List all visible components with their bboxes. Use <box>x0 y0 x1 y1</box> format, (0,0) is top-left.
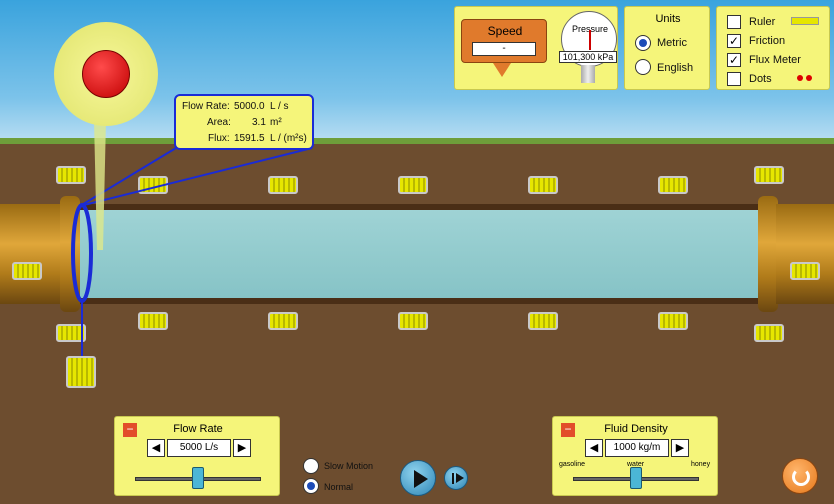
speed-title: Speed <box>487 24 523 38</box>
flux-value: 1591.5 <box>234 133 265 144</box>
flux-meter-handle[interactable] <box>66 356 96 388</box>
area-unit: m² <box>270 117 282 128</box>
units-title: Units <box>655 13 681 25</box>
ruler-icon <box>791 17 819 25</box>
step-bar-icon <box>452 473 454 484</box>
friction-checkbox[interactable]: ✓ <box>727 34 741 48</box>
reset-icon <box>792 468 810 486</box>
speed-value: - <box>472 42 536 56</box>
flux-unit: L / (m²s) <box>270 133 307 144</box>
slow-motion-label: Slow Motion <box>324 461 374 471</box>
fluid-density-slider-thumb[interactable] <box>630 467 642 489</box>
pressure-value: 101,300 kPa <box>559 51 617 63</box>
red-dot-icon <box>806 75 812 81</box>
flux-meter-ring <box>71 203 93 303</box>
flow-rate-unit: L / s <box>270 101 289 112</box>
area-label: Area: <box>207 117 231 128</box>
normal-speed-radio[interactable] <box>303 478 319 494</box>
sensor-balloon[interactable] <box>54 22 158 126</box>
fluid-density-title: Fluid Density <box>604 423 668 435</box>
units-english-label: English <box>657 62 694 74</box>
slow-motion-radio[interactable] <box>303 458 319 474</box>
flux-readout: Flow Rate: 5000.0 L / s Area: 3.1 m² Flu… <box>174 94 314 150</box>
play-icon <box>414 470 428 488</box>
dots-checkbox[interactable] <box>727 72 741 86</box>
flow-rate-slider-thumb[interactable] <box>192 467 204 489</box>
fluid-density-increase-button[interactable]: ▶ <box>671 439 689 457</box>
units-metric-label: Metric <box>657 37 687 49</box>
density-tick-honey: honey <box>691 461 711 468</box>
density-tick-gasoline: gasoline <box>559 461 586 468</box>
flow-rate-value: 5000.0 <box>234 101 265 112</box>
ruler-label: Ruler <box>749 16 776 28</box>
flow-rate-value[interactable]: 5000 L/s <box>167 439 231 457</box>
units-panel: Units Metric English <box>624 6 710 90</box>
speed-pointer-icon <box>493 63 511 77</box>
speed-box[interactable]: Speed - <box>461 19 547 63</box>
fluid-density-decrease-button[interactable]: ◀ <box>585 439 603 457</box>
gauge-needle-icon <box>589 30 591 50</box>
flow-rate-increase-button[interactable]: ▶ <box>233 439 251 457</box>
flow-rate-label: Flow Rate: <box>182 101 230 112</box>
flux-label: Flux: <box>208 133 230 144</box>
pressure-probe-icon <box>581 65 595 83</box>
friction-label: Friction <box>749 35 786 47</box>
speed-pressure-panel: Speed - Pressure 101,300 kPa <box>454 6 618 90</box>
red-dot-icon <box>797 75 803 81</box>
flow-rate-decrease-button[interactable]: ◀ <box>147 439 165 457</box>
step-icon <box>456 473 464 483</box>
dots-label: Dots <box>749 73 772 85</box>
flow-rate-title: Flow Rate <box>173 423 223 435</box>
play-button[interactable] <box>400 460 436 496</box>
red-record-icon[interactable] <box>82 50 130 98</box>
fluid-density-panel: − Fluid Density ◀ 1000 kg/m ▶ gasoline w… <box>552 416 718 496</box>
flux-meter-label: Flux Meter <box>749 54 801 66</box>
step-button[interactable] <box>444 466 468 490</box>
flow-rate-panel: − Flow Rate ◀ 5000 L/s ▶ <box>114 416 280 496</box>
flux-meter-checkbox[interactable]: ✓ <box>727 53 741 67</box>
fluid-density-value[interactable]: 1000 kg/m <box>605 439 669 457</box>
ruler-checkbox[interactable] <box>727 15 741 29</box>
units-english-radio[interactable] <box>635 59 651 75</box>
normal-speed-label: Normal <box>324 482 354 492</box>
options-panel: Ruler ✓ Friction ✓ Flux Meter Dots <box>716 6 830 90</box>
units-metric-radio[interactable] <box>635 35 651 51</box>
area-value: 3.1 <box>252 117 266 128</box>
reset-button[interactable] <box>782 458 818 494</box>
